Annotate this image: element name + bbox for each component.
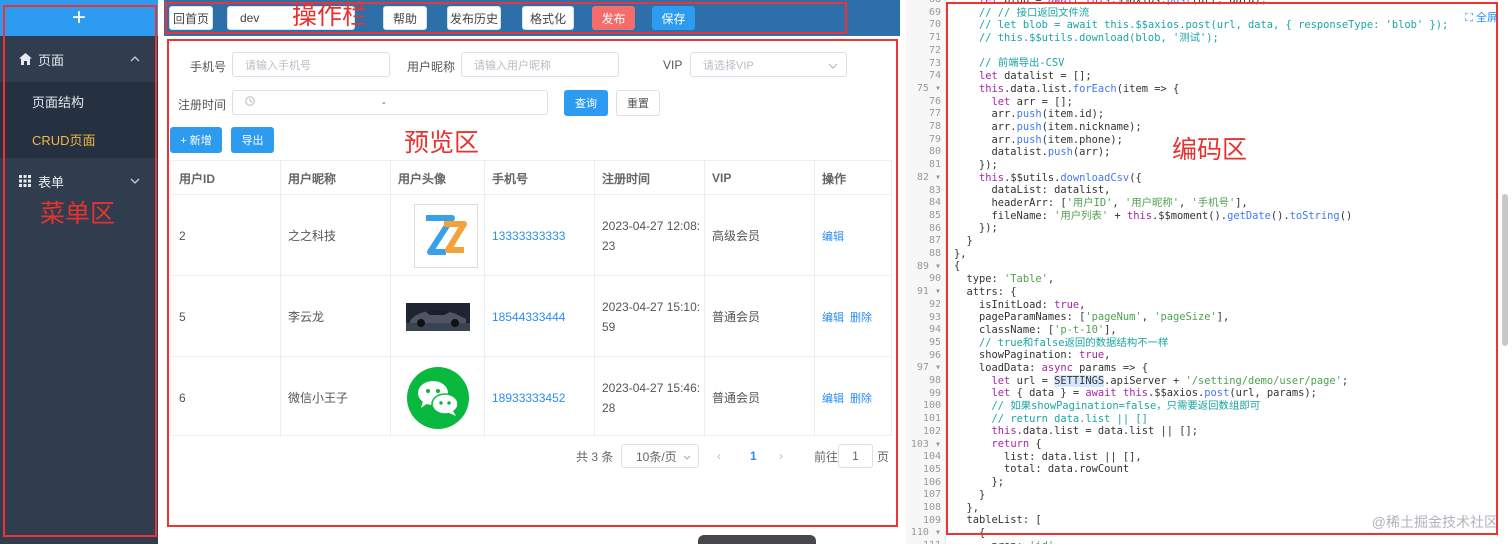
- line-number: 101: [922, 413, 941, 425]
- preview-area-box: [167, 39, 898, 527]
- line-number: 81: [928, 159, 941, 171]
- line-number-gutter: 6869707172737475 ▾76777879808182 ▾838485…: [906, 0, 946, 544]
- line-number: 86: [928, 222, 941, 234]
- line-number: 72: [928, 44, 941, 56]
- line-number: 93: [928, 311, 941, 323]
- line-number: 95: [928, 336, 941, 348]
- line-number: 106: [922, 476, 941, 488]
- line-number: 104: [922, 451, 941, 463]
- preview-area-label: 预览区: [404, 129, 480, 157]
- line-number: 69: [928, 6, 941, 18]
- line-number: 79: [928, 133, 941, 145]
- line-number: 83: [928, 184, 941, 196]
- menu-area-box: [3, 5, 157, 537]
- line-number: 108: [922, 502, 941, 513]
- menu-area-label: 菜单区: [40, 200, 116, 228]
- code-line: prop: 'id': [954, 540, 1448, 544]
- line-number: 111: [923, 540, 941, 544]
- floating-tooltip: [698, 535, 816, 544]
- line-number: 109: [922, 514, 941, 526]
- editor-scrollbar[interactable]: [1502, 194, 1508, 346]
- line-number: 80: [928, 146, 941, 158]
- line-number: 68: [929, 0, 941, 7]
- line-number: 92: [928, 298, 941, 310]
- editor-area-label: 编码区: [1172, 136, 1248, 164]
- editor-area-box: [946, 2, 1498, 535]
- line-number: 105: [922, 463, 941, 475]
- toolbar-area-box: [165, 2, 847, 34]
- line-number: 73: [928, 57, 941, 69]
- line-number: 74: [928, 70, 941, 82]
- line-number: 88: [928, 248, 941, 259]
- line-number: 97 ▾: [916, 362, 941, 374]
- line-number: 107: [922, 489, 941, 501]
- line-number: 91 ▾: [916, 286, 941, 298]
- line-number: 100: [922, 400, 941, 412]
- line-number: 84: [928, 197, 941, 209]
- toolbar-area-label: 操作栏: [292, 2, 368, 30]
- line-number: 110 ▾: [910, 527, 941, 539]
- line-number: 76: [928, 95, 941, 107]
- line-number: 103 ▾: [910, 438, 941, 450]
- line-number: 82 ▾: [916, 171, 941, 183]
- line-number: 77: [928, 108, 941, 120]
- line-number: 96: [928, 349, 941, 361]
- line-number: 99: [928, 387, 941, 399]
- line-number: 70: [928, 19, 941, 31]
- app-root: + 页面 页面结构 CRUD页面 表单 回首页 dev 帮助 发布历史 格式化 …: [0, 0, 1512, 544]
- line-number: 90: [928, 273, 941, 285]
- line-number: 75 ▾: [916, 82, 941, 94]
- line-number: 102: [922, 425, 941, 437]
- line-number: 87: [928, 235, 941, 247]
- line-number: 89 ▾: [916, 260, 941, 272]
- line-number: 71: [928, 32, 941, 44]
- line-number: 85: [928, 209, 941, 221]
- line-number: 94: [928, 324, 941, 336]
- line-number: 98: [928, 375, 941, 386]
- line-number: 78: [928, 121, 941, 132]
